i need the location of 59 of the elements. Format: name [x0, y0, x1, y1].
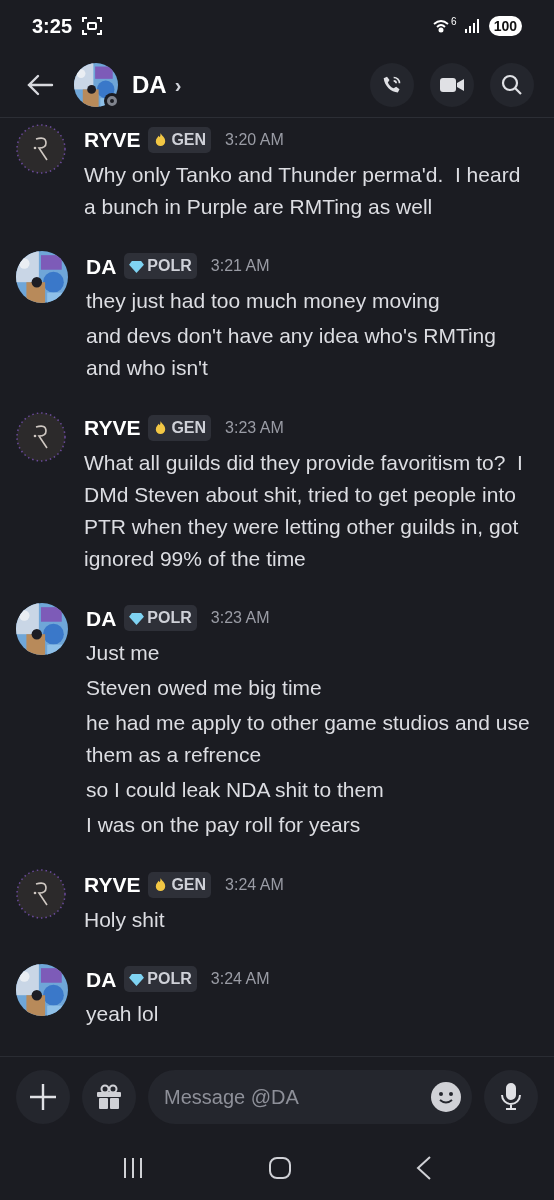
author-name[interactable]: DA	[86, 250, 117, 282]
screenshot-icon	[82, 17, 103, 35]
timestamp: 3:24 AM	[210, 969, 270, 990]
message-text: they just had too much money moving	[86, 288, 441, 314]
message-text: Steven owed me big time	[86, 675, 323, 701]
message-text: yeah lol	[86, 1001, 160, 1027]
emoji-icon[interactable]	[430, 1080, 462, 1113]
avatar-icon	[16, 124, 66, 174]
call-button[interactable]	[370, 62, 414, 107]
timestamp: 3:23 AM	[210, 608, 270, 629]
message-field[interactable]: Message @DA	[148, 1069, 472, 1124]
gift-icon	[96, 1083, 122, 1110]
recent-apps-icon	[122, 1157, 144, 1179]
channel-title[interactable]: DA ›	[132, 66, 182, 103]
gem-icon	[129, 972, 145, 986]
timestamp: 3:21 AM	[210, 256, 270, 277]
search-button[interactable]	[490, 62, 534, 107]
avatar-icon	[16, 412, 66, 462]
back-chevron-icon	[416, 1156, 432, 1180]
gem-icon	[129, 611, 145, 625]
microphone-icon	[500, 1082, 522, 1111]
message-text: I was on the pay roll for years	[86, 812, 362, 838]
message-text: Holy shit	[84, 906, 166, 933]
avatar-icon	[16, 869, 66, 919]
message-text: Just me	[86, 640, 161, 666]
guild-tag: GEN	[148, 126, 212, 153]
guild-tag: POLR	[124, 253, 197, 280]
home-button[interactable]	[268, 1156, 292, 1180]
message-text: What all guilds did they provide favoritism to? I DMd Steven about shit, tried to get people into PTR when they were letting other guilds in, got ignored 99% of the time	[84, 449, 524, 572]
message-text: Why only Tanko and Thunder perma'd. I heard a bunch in Purple are RMTing as well	[84, 161, 522, 220]
plus-icon	[29, 1082, 57, 1111]
guild-tag: POLR	[124, 605, 197, 632]
author-name[interactable]: RYVE	[84, 869, 141, 901]
guild-tag: POLR	[124, 966, 197, 993]
home-icon	[268, 1156, 292, 1180]
message-text: so I could leak NDA shit to them	[86, 777, 385, 803]
author-name[interactable]: DA	[86, 963, 117, 995]
author-name[interactable]: RYVE	[84, 124, 141, 156]
recent-apps-button[interactable]	[122, 1157, 144, 1179]
back-nav-button[interactable]	[416, 1156, 432, 1180]
search-icon	[501, 73, 523, 96]
message-text: and devs don't have any idea who's RMTing and who isn't	[86, 323, 497, 381]
author-name[interactable]: DA	[86, 602, 117, 634]
guild-tag: GEN	[148, 871, 212, 898]
signal-icon	[464, 19, 481, 33]
video-camera-icon	[440, 75, 464, 94]
timestamp: 3:24 AM	[225, 874, 284, 895]
author-name[interactable]: RYVE	[84, 412, 141, 444]
phone-icon	[382, 74, 402, 95]
wifi-label: 6	[451, 14, 457, 29]
timestamp: 3:23 AM	[225, 417, 284, 438]
gem-icon	[129, 259, 145, 273]
guild-tag: GEN	[148, 414, 212, 441]
timestamp: 3:20 AM	[225, 129, 284, 150]
battery-indicator: 100	[488, 16, 522, 36]
video-call-button[interactable]	[430, 62, 474, 107]
message-input[interactable]: Message @DA	[164, 1081, 430, 1112]
back-arrow-icon	[26, 72, 54, 97]
status-time: 3:25	[32, 14, 73, 39]
